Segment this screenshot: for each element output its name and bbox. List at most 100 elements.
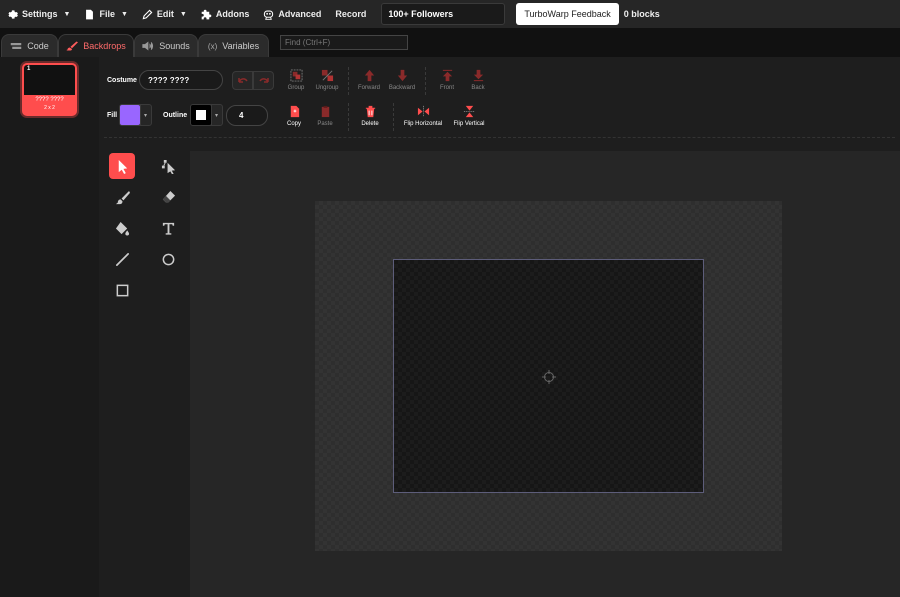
flip-vertical-button[interactable]: Flip Vertical: [447, 105, 491, 127]
costume-list: 1 ???? ???? 2 x 2: [0, 57, 99, 597]
fill-color-picker[interactable]: ▾: [119, 104, 152, 126]
trash-icon: [365, 105, 375, 118]
backdrop-stage[interactable]: [393, 259, 704, 493]
ungroup-icon: [321, 69, 333, 82]
addons-button[interactable]: Addons: [194, 0, 257, 28]
delete-button[interactable]: Delete: [348, 105, 392, 127]
outline-swatch: [191, 105, 211, 125]
toolbar-divider: [104, 137, 895, 138]
eraser-tool[interactable]: [155, 184, 181, 210]
costume-tile-size: 2 x 2: [44, 105, 55, 111]
fill-tool[interactable]: [109, 215, 135, 241]
copy-label: Copy: [286, 121, 301, 127]
backward-label: Backward: [388, 85, 416, 91]
costume-label: Costume: [107, 77, 137, 84]
brush-icon: [66, 41, 79, 51]
chevron-down-icon: ▼: [120, 10, 128, 18]
brush-tool[interactable]: [109, 184, 135, 210]
undo-button[interactable]: [232, 71, 253, 90]
text-icon: [162, 222, 174, 235]
delete-label: Delete: [361, 121, 379, 127]
paste-icon: [321, 105, 329, 118]
edit-menu[interactable]: Edit ▼: [135, 0, 194, 28]
project-title-input[interactable]: 100+ Followers: [381, 3, 506, 25]
fill-label: Fill: [107, 112, 118, 119]
tab-bar: Code Backdrops Sounds (x) Variables Find…: [0, 28, 900, 57]
rectangle-icon: [116, 284, 128, 296]
reshape-tool[interactable]: [155, 153, 181, 179]
record-label: Record: [335, 9, 367, 19]
undo-icon: [237, 77, 248, 83]
back-label: Back: [471, 85, 485, 91]
puzzle-icon: [201, 9, 212, 19]
advanced-menu[interactable]: Advanced: [256, 0, 328, 28]
tab-backdrops-label: Backdrops: [83, 41, 126, 51]
line-icon: [115, 252, 129, 266]
tab-variables-label: Variables: [222, 41, 260, 51]
chevron-down-icon: ▾: [140, 105, 150, 125]
fill-swatch: [120, 105, 140, 125]
arrow-up-icon: [364, 69, 374, 82]
paint-editor: Costume ???? ???? Group Ungroup Forward …: [99, 57, 900, 597]
select-icon: [118, 159, 127, 174]
outline-color-picker[interactable]: ▾: [190, 104, 223, 126]
edit-label: Edit: [156, 9, 174, 19]
tab-backdrops[interactable]: Backdrops: [58, 34, 134, 57]
outline-width-input[interactable]: 4: [226, 105, 268, 126]
undo-redo-group: [232, 71, 274, 90]
redo-button[interactable]: [253, 71, 274, 90]
tab-sounds-label: Sounds: [159, 41, 190, 51]
select-tool[interactable]: [109, 153, 135, 179]
reshape-icon: [161, 159, 175, 174]
circle-tool[interactable]: [155, 246, 181, 272]
settings-menu[interactable]: Settings ▼: [0, 0, 77, 28]
addons-label: Addons: [215, 9, 250, 19]
variables-icon: (x): [207, 41, 218, 51]
find-input[interactable]: Find (Ctrl+F): [280, 35, 408, 50]
gear-icon: [8, 9, 18, 19]
ungroup-label: Ungroup: [315, 85, 339, 91]
crosshair-icon: [542, 370, 556, 384]
tab-variables[interactable]: (x) Variables: [198, 34, 269, 57]
costume-number: 1: [27, 66, 31, 72]
feedback-button[interactable]: TurboWarp Feedback: [516, 3, 619, 25]
flip-vertical-icon: [463, 105, 475, 118]
backward-button[interactable]: Backward: [380, 69, 424, 91]
back-button[interactable]: Back: [456, 69, 500, 91]
file-icon: [86, 9, 94, 19]
paste-label: Paste: [317, 121, 333, 127]
chevron-down-icon: ▼: [63, 10, 71, 18]
flip-vertical-label: Flip Vertical: [453, 121, 485, 127]
eraser-icon: [162, 190, 175, 202]
tab-sounds[interactable]: Sounds: [134, 34, 198, 57]
block-count: 0 blocks: [623, 9, 660, 19]
arrow-down-icon: [397, 69, 407, 82]
record-button[interactable]: Record: [328, 0, 373, 28]
group-icon: [289, 69, 303, 82]
chevron-down-icon: ▾: [211, 105, 221, 125]
paint-canvas-area[interactable]: [190, 151, 900, 597]
tab-code-label: Code: [27, 41, 49, 51]
paste-button[interactable]: Paste: [303, 105, 347, 127]
settings-label: Settings: [22, 9, 58, 19]
ungroup-button[interactable]: Ungroup: [305, 69, 349, 91]
costume-tile-name: ???? ????: [35, 97, 64, 103]
file-menu[interactable]: File ▼: [77, 0, 134, 28]
rectangle-tool[interactable]: [109, 277, 135, 303]
fill-icon: [115, 221, 129, 236]
line-tool[interactable]: [109, 246, 135, 272]
costume-tile[interactable]: 1 ???? ???? 2 x 2: [22, 63, 77, 116]
arrow-to-back-icon: [473, 69, 483, 82]
flip-horizontal-button[interactable]: Flip Horizontal: [399, 105, 447, 127]
chevron-down-icon: ▼: [179, 10, 187, 18]
tab-code[interactable]: Code: [1, 34, 58, 57]
divider: [393, 103, 394, 131]
costume-name-input[interactable]: ???? ????: [139, 70, 223, 90]
text-tool[interactable]: [155, 215, 181, 241]
menu-bar: Settings ▼ File ▼ Edit ▼ Addons Advanced…: [0, 0, 900, 28]
pencil-icon: [142, 9, 153, 19]
speaker-icon: [142, 41, 154, 51]
group-label: Group: [287, 85, 305, 91]
advanced-label: Advanced: [278, 9, 322, 19]
artboard[interactable]: [315, 201, 782, 551]
